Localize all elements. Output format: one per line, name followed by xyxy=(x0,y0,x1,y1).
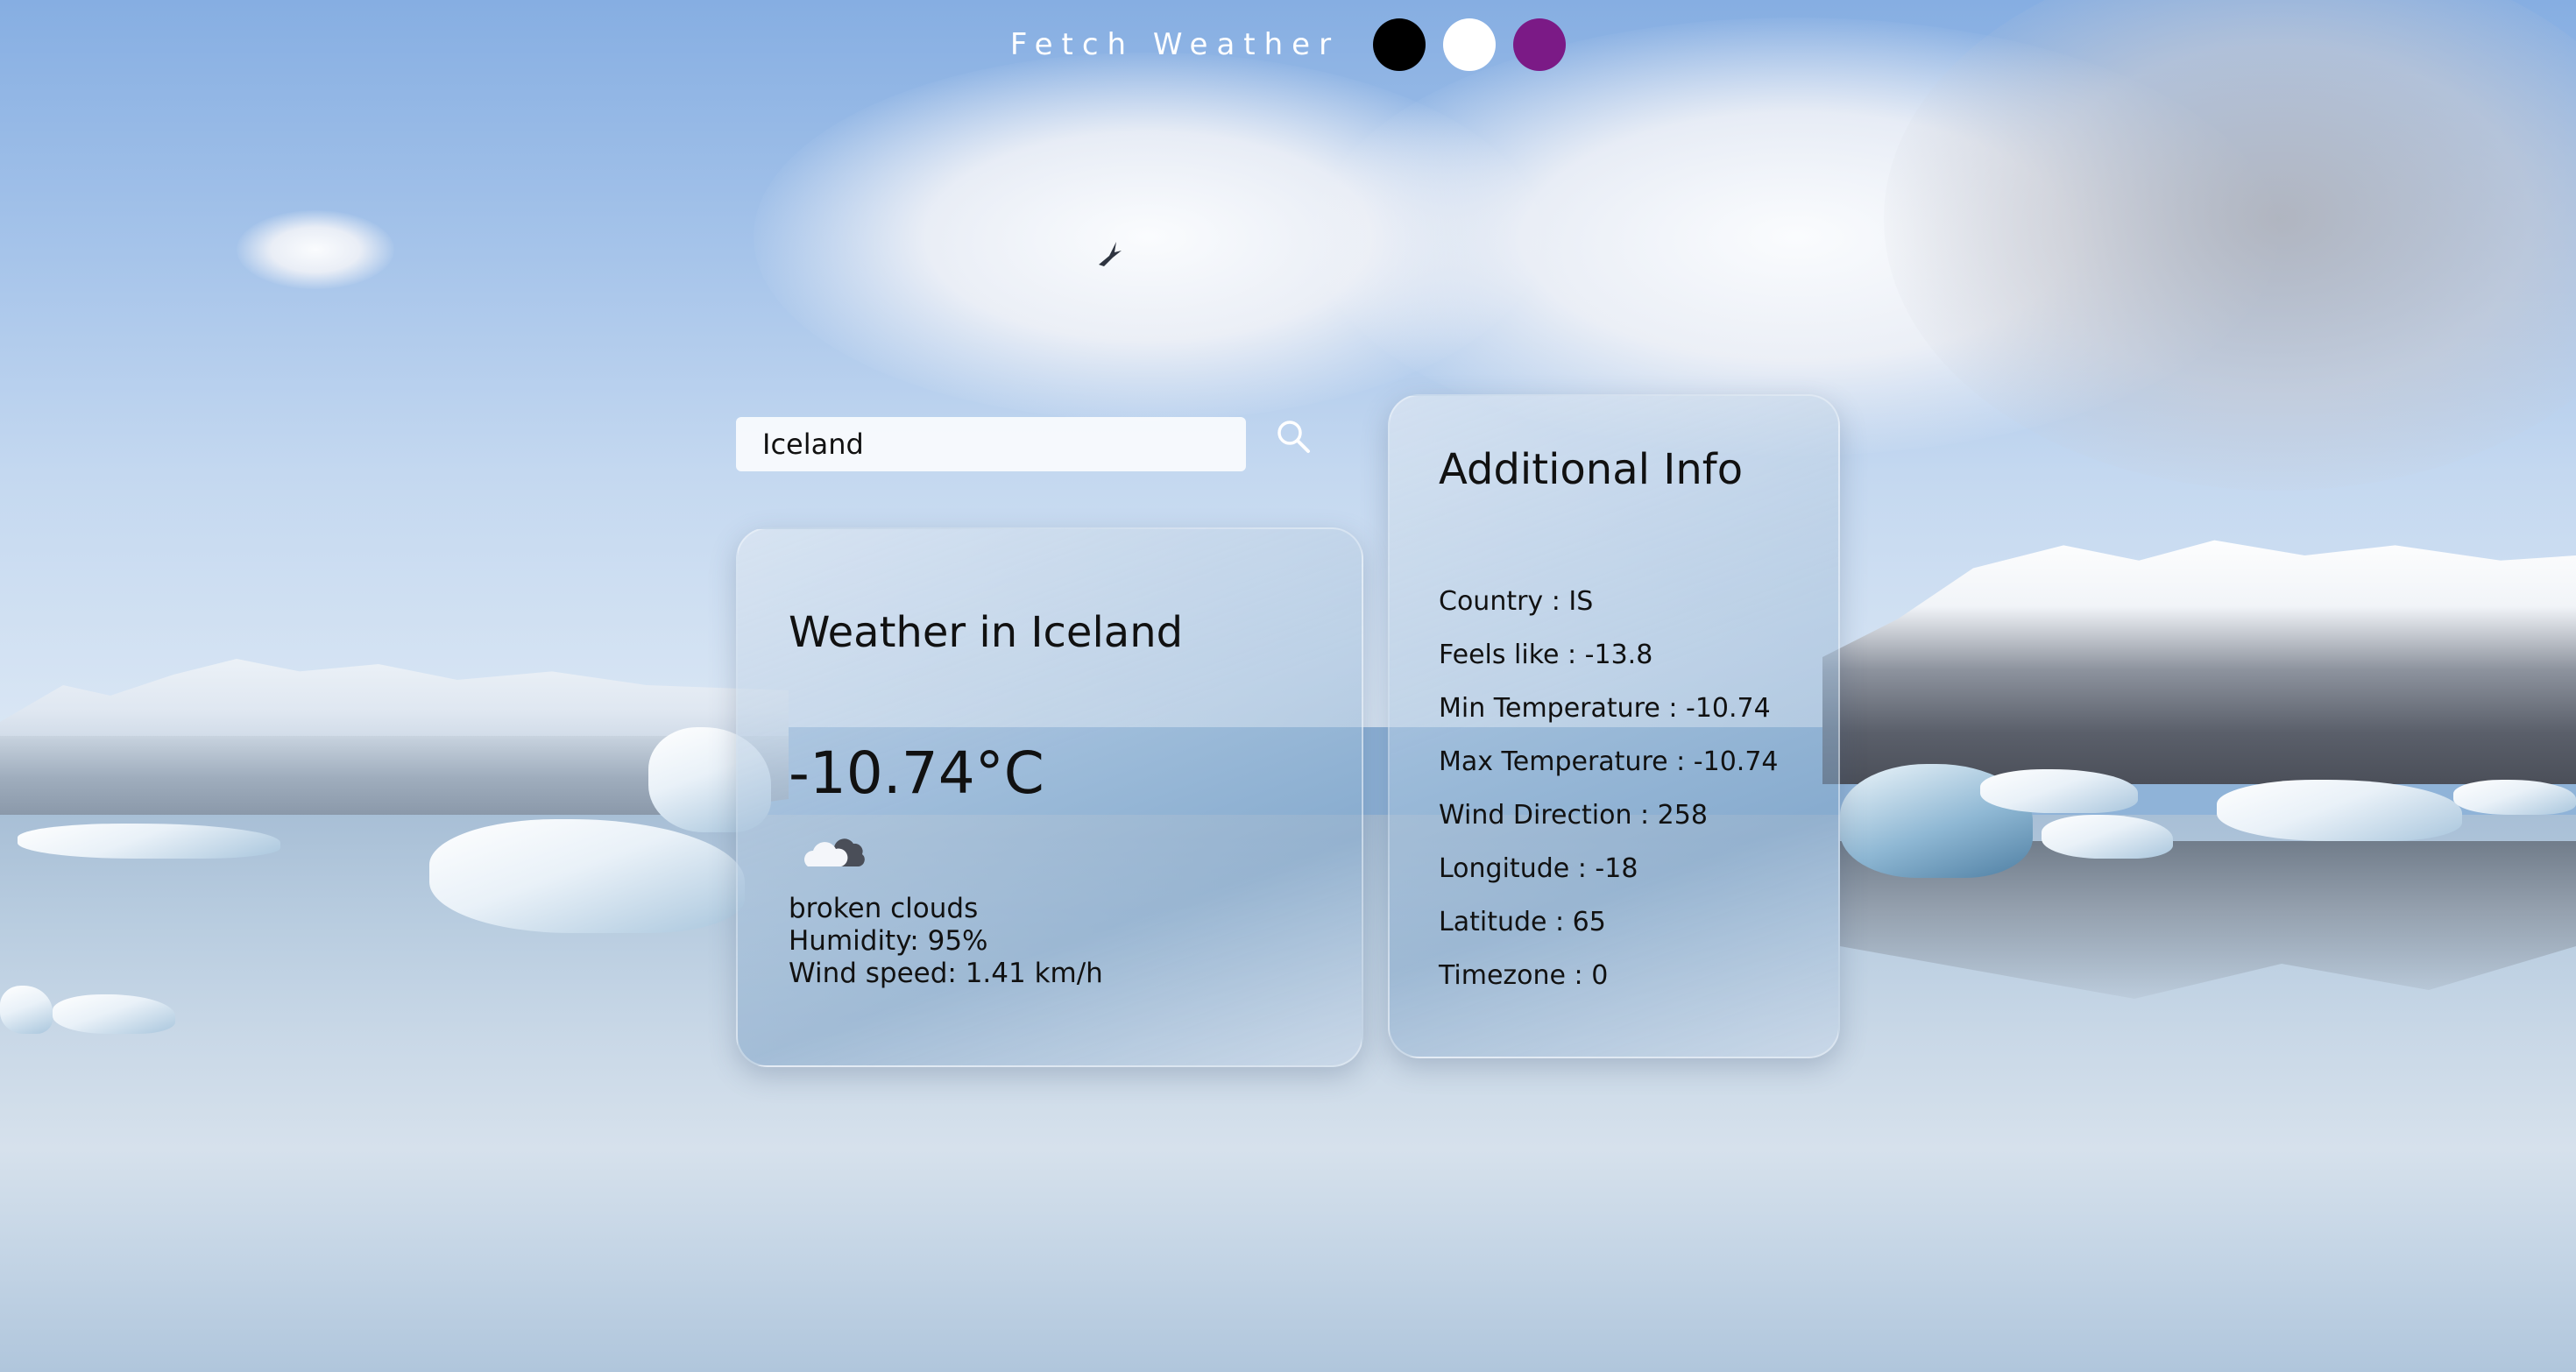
info-label: Wind Direction xyxy=(1439,800,1632,831)
info-timezone: Timezone : 0 xyxy=(1439,960,1609,991)
weather-title: Weather in Iceland xyxy=(789,608,1184,657)
iceberg xyxy=(2217,780,2462,841)
bird xyxy=(1099,242,1122,266)
theme-white-button[interactable] xyxy=(1443,18,1497,71)
info-value: 65 xyxy=(1572,907,1606,937)
info-country: Country : IS xyxy=(1439,586,1594,617)
theme-purple-button[interactable] xyxy=(1513,18,1567,71)
weather-card: Weather in Iceland -10.74°C broken cloud… xyxy=(736,527,1363,1067)
additional-info-card: Additional Info Country : IS Feels like … xyxy=(1388,394,1840,1058)
info-label: Max Temperature xyxy=(1439,746,1668,777)
info-label: Country xyxy=(1439,586,1544,617)
additional-info-title: Additional Info xyxy=(1439,445,1744,494)
broken-clouds-icon xyxy=(804,838,865,866)
info-value: 0 xyxy=(1591,960,1609,991)
theme-black-button[interactable] xyxy=(1373,18,1426,71)
info-list: Country : IS Feels like : -13.8 Min Temp… xyxy=(1439,575,1789,1002)
weather-details: broken clouds Humidity: 95% Wind speed: … xyxy=(789,893,1311,990)
cloud xyxy=(237,210,394,289)
iceberg xyxy=(2453,780,2576,815)
info-longitude: Longitude : -18 xyxy=(1439,853,1638,884)
wind-speed: Wind speed: 1.41 km/h xyxy=(789,958,1103,989)
info-label: Longitude xyxy=(1439,853,1570,884)
search-input[interactable] xyxy=(736,417,1246,471)
info-value: -18 xyxy=(1595,853,1638,884)
info-feels-like: Feels like : -13.8 xyxy=(1439,640,1653,670)
iceberg xyxy=(18,824,280,859)
info-value: -10.74 xyxy=(1693,746,1779,777)
weather-app-page: Fetch Weather Weather in Iceland -10.74°… xyxy=(0,0,2576,1372)
weather-description: broken clouds xyxy=(789,893,979,924)
info-value: -13.8 xyxy=(1584,640,1653,670)
info-label: Feels like xyxy=(1439,640,1560,670)
info-value: -10.74 xyxy=(1686,693,1771,724)
info-max-temperature: Max Temperature : -10.74 xyxy=(1439,746,1779,777)
humidity: Humidity: 95% xyxy=(789,925,988,957)
app-title: Fetch Weather xyxy=(1009,27,1341,62)
info-value: IS xyxy=(1568,586,1594,617)
info-label: Timezone xyxy=(1439,960,1566,991)
search-icon xyxy=(1277,421,1310,453)
info-latitude: Latitude : 65 xyxy=(1439,907,1606,937)
info-min-temperature: Min Temperature : -10.74 xyxy=(1439,693,1771,724)
temperature: -10.74°C xyxy=(789,739,1044,807)
search-button[interactable] xyxy=(1272,415,1316,459)
header: Fetch Weather xyxy=(0,14,2576,75)
info-label: Min Temperature xyxy=(1439,693,1660,724)
info-label: Latitude xyxy=(1439,907,1547,937)
info-wind-direction: Wind Direction : 258 xyxy=(1439,800,1708,831)
info-value: 258 xyxy=(1657,800,1708,831)
